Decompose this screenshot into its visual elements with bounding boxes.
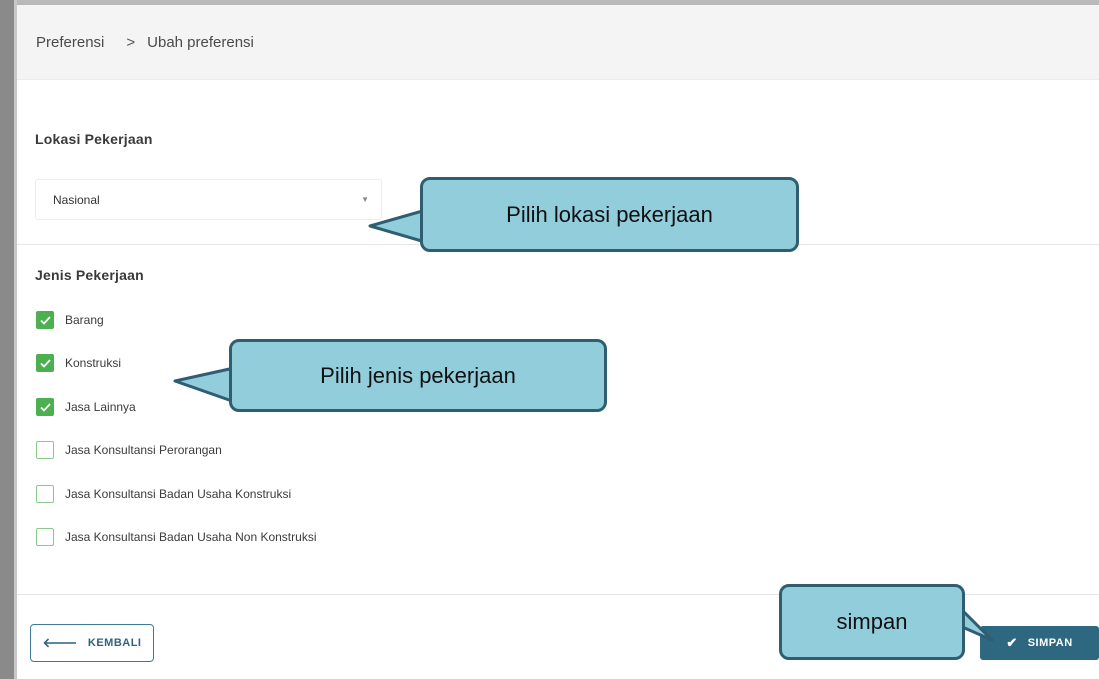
arrow-left-icon: 🡐 — [42, 635, 78, 650]
checkbox-row-jasa-lainnya[interactable]: Jasa Lainnya — [36, 398, 136, 416]
checkbox-row-barang[interactable]: Barang — [36, 311, 104, 329]
back-button-label: KEMBALI — [87, 637, 142, 649]
checkbox-row-konstruksi[interactable]: Konstruksi — [36, 354, 121, 372]
save-button[interactable]: ✔ SIMPAN — [980, 626, 1099, 660]
breadcrumb: Preferensi > Ubah preferensi — [36, 34, 254, 51]
checkbox-unchecked-icon[interactable] — [36, 528, 54, 546]
checkbox-row-konsultansi-bu-non-konstruksi[interactable]: Jasa Konsultansi Badan Usaha Non Konstru… — [36, 528, 316, 546]
breadcrumb-bar: Preferensi > Ubah preferensi — [17, 5, 1099, 80]
checkbox-checked-icon[interactable] — [36, 398, 54, 416]
checkbox-label: Jasa Konsultansi Perorangan — [65, 443, 222, 457]
lokasi-selected-value: Nasional — [53, 192, 100, 207]
checkbox-label: Jasa Konsultansi Badan Usaha Konstruksi — [65, 487, 292, 501]
callout-simpan: simpan — [779, 584, 965, 660]
checkbox-unchecked-icon[interactable] — [36, 485, 54, 503]
breadcrumb-current: Ubah preferensi — [147, 33, 254, 51]
checkbox-label: Jasa Konsultansi Badan Usaha Non Konstru… — [65, 530, 317, 544]
checkbox-label: Barang — [65, 313, 104, 327]
checkbox-row-konsultansi-perorangan[interactable]: Jasa Konsultansi Perorangan — [36, 441, 222, 459]
checkbox-label: Konstruksi — [65, 356, 122, 370]
checkbox-label: Jasa Lainnya — [65, 400, 136, 414]
dropdown-caret-icon: ▼ — [361, 195, 369, 204]
check-icon: ✔ — [1006, 635, 1018, 650]
window-left-border — [0, 0, 14, 679]
callout-lokasi: Pilih lokasi pekerjaan — [420, 177, 799, 252]
jenis-label: Jenis Pekerjaan — [35, 267, 144, 283]
save-button-label: SIMPAN — [1027, 637, 1073, 649]
callout-jenis: Pilih jenis pekerjaan — [229, 339, 607, 412]
checkbox-checked-icon[interactable] — [36, 311, 54, 329]
lokasi-label: Lokasi Pekerjaan — [35, 131, 153, 147]
back-button[interactable]: 🡐 KEMBALI — [30, 624, 154, 662]
checkbox-unchecked-icon[interactable] — [36, 441, 54, 459]
checkbox-row-konsultansi-bu-konstruksi[interactable]: Jasa Konsultansi Badan Usaha Konstruksi — [36, 485, 291, 503]
breadcrumb-parent[interactable]: Preferensi — [36, 34, 104, 51]
checkbox-checked-icon[interactable] — [36, 354, 54, 372]
breadcrumb-separator-icon: > — [126, 33, 136, 51]
lokasi-select[interactable]: Nasional ▼ — [35, 179, 382, 220]
